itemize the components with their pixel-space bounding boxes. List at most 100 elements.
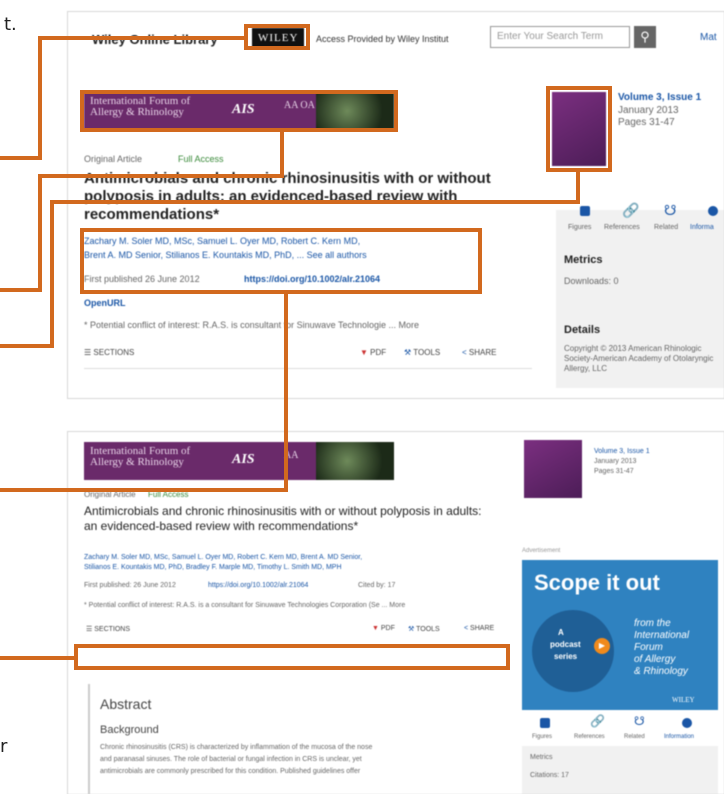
pdf-label: PDF [380,625,395,632]
authors-line-2[interactable]: Stilianos E. Kountakis MD, PhD, Bradley … [84,564,342,571]
ad-intl: International [634,630,690,641]
cited-by[interactable]: Cited by: 17 [358,582,395,589]
doi-link[interactable]: https://doi.org/10.1002/alr.21064 [208,582,308,589]
tab-figures[interactable]: Figures [532,734,552,740]
screenshot-new-layout: International Forum of Allergy & Rhinolo… [68,432,724,794]
journal-banner: International Forum of Allergy & Rhinolo… [84,442,394,480]
ad-of: of Allergy [634,654,676,665]
conflict-note: * Potential conflict of interest: R.A.S.… [84,320,420,330]
info-icon[interactable] [708,206,718,216]
tab-references[interactable]: References [604,224,640,231]
downloads: Downloads: 0 [564,276,619,286]
connector-1c [0,156,42,160]
ad-wiley-logo: WILEY [672,696,695,704]
volume-link[interactable]: Volume 3, Issue 1 [618,92,701,103]
details-title: Details [564,324,601,336]
issue-date: January 2013 [618,105,679,116]
tools-label: TOOLS [416,626,440,633]
wrench-icon: ⚒ [408,626,417,633]
share-button[interactable]: < SHARE [462,348,496,357]
search-input[interactable]: Enter Your Search Term [490,26,630,48]
badge-series: series [554,652,578,661]
info-icon[interactable] [682,718,692,728]
connector-4b [0,488,288,492]
volume-link[interactable]: Volume 3, Issue 1 [594,448,650,455]
tools-button[interactable]: ⚒ TOOLS [408,625,440,633]
more-link[interactable]: Mat [700,32,717,43]
divider [84,368,532,369]
access-text: Access Provided by Wiley Institut [316,34,449,44]
article-title: Antimicrobials and chronic rhinosinusiti… [84,504,482,533]
connector-2a [280,130,284,178]
edge-text-top: t. [4,14,17,35]
figures-icon[interactable] [580,206,590,216]
article-type: Original Article [84,154,143,164]
edge-text-bottom: r [0,736,8,757]
tab-information[interactable]: Information [664,734,694,740]
sections-button[interactable]: ☰ SECTIONS [86,625,130,633]
tab-related[interactable]: Related [624,734,645,740]
openurl-link[interactable]: OpenURL [84,298,126,308]
share-button[interactable]: < SHARE [464,625,494,632]
highlight-toolbar [74,644,510,670]
ad-forum: Forum [634,642,663,653]
pdf-button[interactable]: ▼ PDF [372,625,395,632]
published-date: First published: 26 June 2012 [84,582,176,589]
authors-line-1[interactable]: Zachary M. Soler MD, MSc, Samuel L. Oyer… [84,554,362,561]
connector-5 [0,656,76,660]
article-title: Antimicrobials and chronic rhinosinusiti… [84,170,491,223]
sections-label: SECTIONS [93,348,135,357]
list-icon: ☰ [84,348,94,357]
pages: Pages 31-47 [594,468,634,475]
pdf-button[interactable]: ▼ PDF [360,348,386,357]
related-icon[interactable]: ☋ [634,714,645,728]
related-icon[interactable]: ☋ [664,202,676,219]
link-icon[interactable]: 🔗 [590,714,605,728]
tools-button[interactable]: ⚒ TOOLS [404,348,440,357]
play-icon: ▶ [594,638,610,654]
copyright: Copyright © 2013 American Rhinologic Soc… [564,344,714,373]
abstract-heading: Abstract [100,696,152,712]
connector-2d [0,288,42,292]
pdf-icon: ▼ [360,348,371,357]
tools-label: TOOLS [413,348,441,357]
link-icon[interactable]: 🔗 [622,202,639,219]
connector-3c [50,200,54,348]
background-text-2: and paranasal sinuses. The role of bacte… [100,756,362,763]
screenshot-old-layout: Wiley Online Library WILEY Access Provid… [68,12,724,398]
citations: Citations: 17 [530,772,569,779]
share-icon: < [462,348,469,357]
list-icon: ☰ [86,626,95,633]
connector-4a [284,292,288,492]
society-logo: AIS [232,452,255,467]
journal-cover[interactable] [524,440,582,498]
share-label: SHARE [468,348,497,357]
sections-button[interactable]: ☰ SECTIONS [84,348,134,357]
tab-related[interactable]: Related [654,224,678,231]
background-text-1: Chronic rhinosinusitis (CRS) is characte… [100,744,373,751]
tab-information[interactable]: Informa [690,224,714,231]
metrics-title: Metrics [530,754,553,761]
ad-from: from the [634,618,671,629]
connector-2c [38,174,42,292]
ad-scope-it-out[interactable]: Scope it out A podcast series ▶ from the… [522,560,718,710]
connector-3b [50,200,580,204]
conflict-note: * Potential conflict of interest: R.A.S.… [84,602,406,609]
share-label: SHARE [470,625,495,632]
connector-2b [38,174,284,178]
tab-references[interactable]: References [574,734,605,740]
wrench-icon: ⚒ [404,348,414,357]
advertisement-label: Advertisement [522,548,561,554]
tab-figures[interactable]: Figures [568,224,591,231]
pdf-icon: ▼ [372,625,381,632]
access-badge: Full Access [178,154,224,164]
badge-podcast: podcast [550,640,581,649]
ad-forum-text: from the International Forum of Allergy … [634,618,689,678]
figures-icon[interactable] [540,718,550,728]
ad-rhino: & Rhinology [634,666,688,677]
background-text-3: antimicrobials are commonly prescribed f… [100,768,361,775]
search-icon[interactable]: ⚲ [634,26,656,48]
banner-image [316,442,394,480]
issue-date: January 2013 [594,458,637,465]
ad-headline: Scope it out [534,570,660,595]
